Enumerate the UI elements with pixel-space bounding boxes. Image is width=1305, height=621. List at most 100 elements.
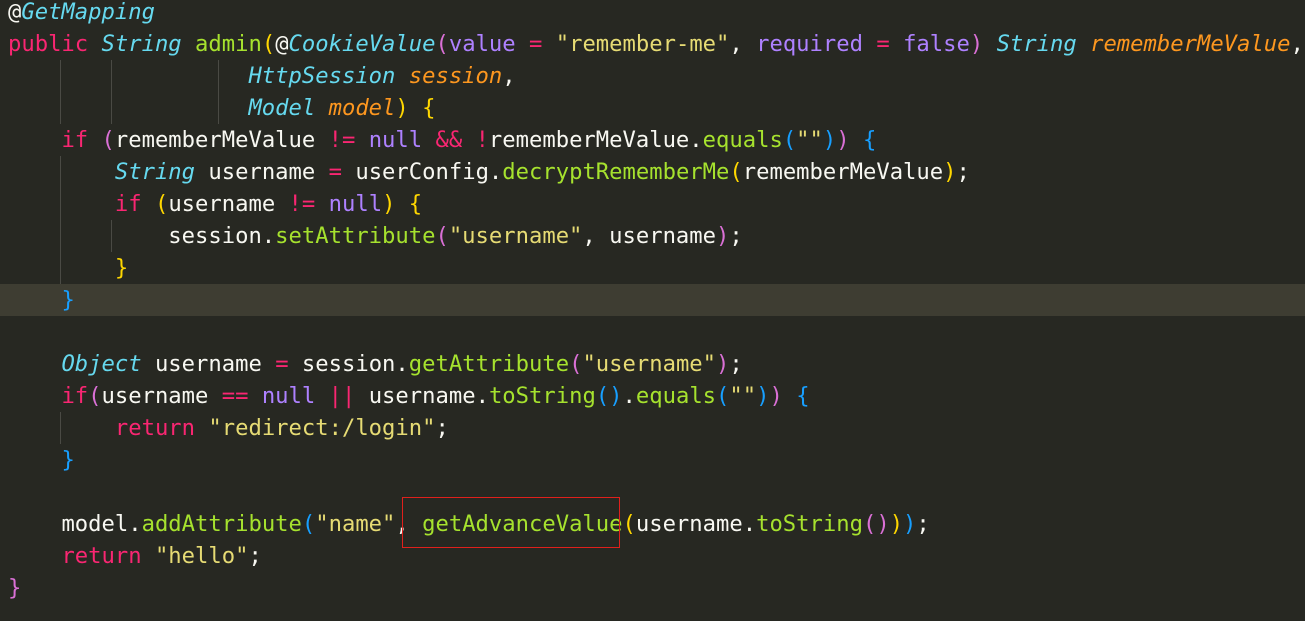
code-token: rememberMeValue [114, 127, 329, 153]
code-token: ; [729, 223, 743, 249]
code-token: = [328, 159, 356, 185]
code-line[interactable]: Model model) { [0, 92, 1305, 124]
code-token: ; [729, 351, 743, 377]
code-token: GetMapping [21, 0, 155, 25]
code-token: ( [716, 383, 730, 409]
code-line[interactable]: } [0, 252, 1305, 284]
code-line[interactable]: HttpSession session, [0, 60, 1305, 92]
code-token: Model [248, 95, 329, 121]
code-token: null [261, 383, 329, 409]
code-token: "" [796, 127, 823, 153]
code-token: required [756, 31, 877, 57]
code-token: "username" [448, 223, 583, 249]
code-token: "username" [582, 351, 717, 377]
code-token: userConfig. [355, 159, 503, 185]
code-token: if [61, 127, 102, 153]
code-token: { [422, 95, 436, 121]
code-token: ) [943, 159, 957, 185]
code-text: String username = userConfig.decryptReme… [8, 156, 970, 188]
code-token: ; [956, 159, 970, 185]
code-line[interactable]: return "hello"; [0, 540, 1305, 572]
code-line[interactable] [0, 476, 1305, 508]
code-token: ; [435, 415, 449, 441]
code-token: "name" [315, 511, 396, 537]
code-token: String [101, 31, 196, 57]
code-token: "redirect:/login" [208, 415, 436, 441]
code-token: String [114, 159, 209, 185]
code-token: if [114, 191, 155, 217]
code-line[interactable]: return "redirect:/login"; [0, 412, 1305, 444]
code-token: ) [716, 223, 730, 249]
code-line[interactable]: public String admin(@CookieValue(value =… [0, 28, 1305, 60]
code-text: if (rememberMeValue != null && !remember… [8, 124, 876, 156]
code-line[interactable]: } [0, 284, 1305, 316]
code-token: ( [569, 351, 583, 377]
code-token: null [368, 127, 436, 153]
code-token: { [796, 383, 810, 409]
code-line[interactable] [0, 316, 1305, 348]
code-line[interactable]: } [0, 444, 1305, 476]
code-line[interactable]: if (rememberMeValue != null && !remember… [0, 124, 1305, 156]
code-token: @ [8, 0, 22, 25]
code-token: { [862, 127, 877, 153]
code-token: () [862, 511, 890, 537]
code-token: decryptRememberMe [502, 159, 730, 185]
code-text: public String admin(@CookieValue(value =… [8, 28, 1304, 60]
code-token: "hello" [154, 543, 249, 569]
code-editor[interactable]: @GetMapping public String admin(@CookieVa… [0, 0, 1305, 621]
code-token: , [729, 31, 757, 57]
code-text: } [8, 444, 74, 476]
code-line[interactable]: String username = userConfig.decryptReme… [0, 156, 1305, 188]
code-token: username [609, 223, 717, 249]
code-token: = [876, 31, 904, 57]
code-token: getAttribute [408, 351, 570, 377]
code-token: } [114, 255, 129, 281]
code-token: ; [248, 543, 262, 569]
code-token: username [208, 159, 329, 185]
code-token: , [1290, 31, 1304, 57]
code-line[interactable]: } [0, 572, 1305, 604]
code-token: ( [435, 223, 449, 249]
code-text: Object username = session.getAttribute("… [8, 348, 743, 380]
code-line[interactable]: Object username = session.getAttribute("… [0, 348, 1305, 380]
code-token: rememberMeValue [742, 159, 944, 185]
code-token: = [529, 31, 556, 57]
code-token: ( [729, 159, 743, 185]
code-line[interactable]: if(username == null || username.toString… [0, 380, 1305, 412]
code-token: ( [435, 31, 449, 57]
code-token: ) [822, 127, 837, 153]
code-text: return "redirect:/login"; [8, 412, 449, 444]
code-token: HttpSession [248, 63, 409, 89]
code-text: session.setAttribute("username", usernam… [8, 220, 743, 252]
code-token: equals [702, 127, 783, 153]
code-token: ) [889, 511, 904, 537]
code-line[interactable]: if (username != null) { [0, 188, 1305, 220]
code-token: || [328, 383, 369, 409]
code-token: session. [301, 351, 409, 377]
code-token: username. [635, 511, 757, 537]
code-token: admin [195, 31, 262, 57]
code-token: ) [903, 511, 917, 537]
code-token: @ [275, 31, 289, 57]
code-token: username [154, 351, 276, 377]
code-token: == [221, 383, 262, 409]
code-token: "" [729, 383, 757, 409]
code-line[interactable]: @GetMapping [0, 0, 1305, 28]
code-token: , [502, 63, 516, 89]
code-token: toString [488, 383, 596, 409]
code-token: username [101, 383, 222, 409]
code-token: return [114, 415, 209, 441]
code-token: username [168, 191, 289, 217]
code-line[interactable]: model.addAttribute("name", getAdvanceVal… [0, 508, 1305, 540]
code-line[interactable]: session.setAttribute("username", usernam… [0, 220, 1305, 252]
code-token: username. [368, 383, 489, 409]
code-token: model [328, 95, 396, 121]
